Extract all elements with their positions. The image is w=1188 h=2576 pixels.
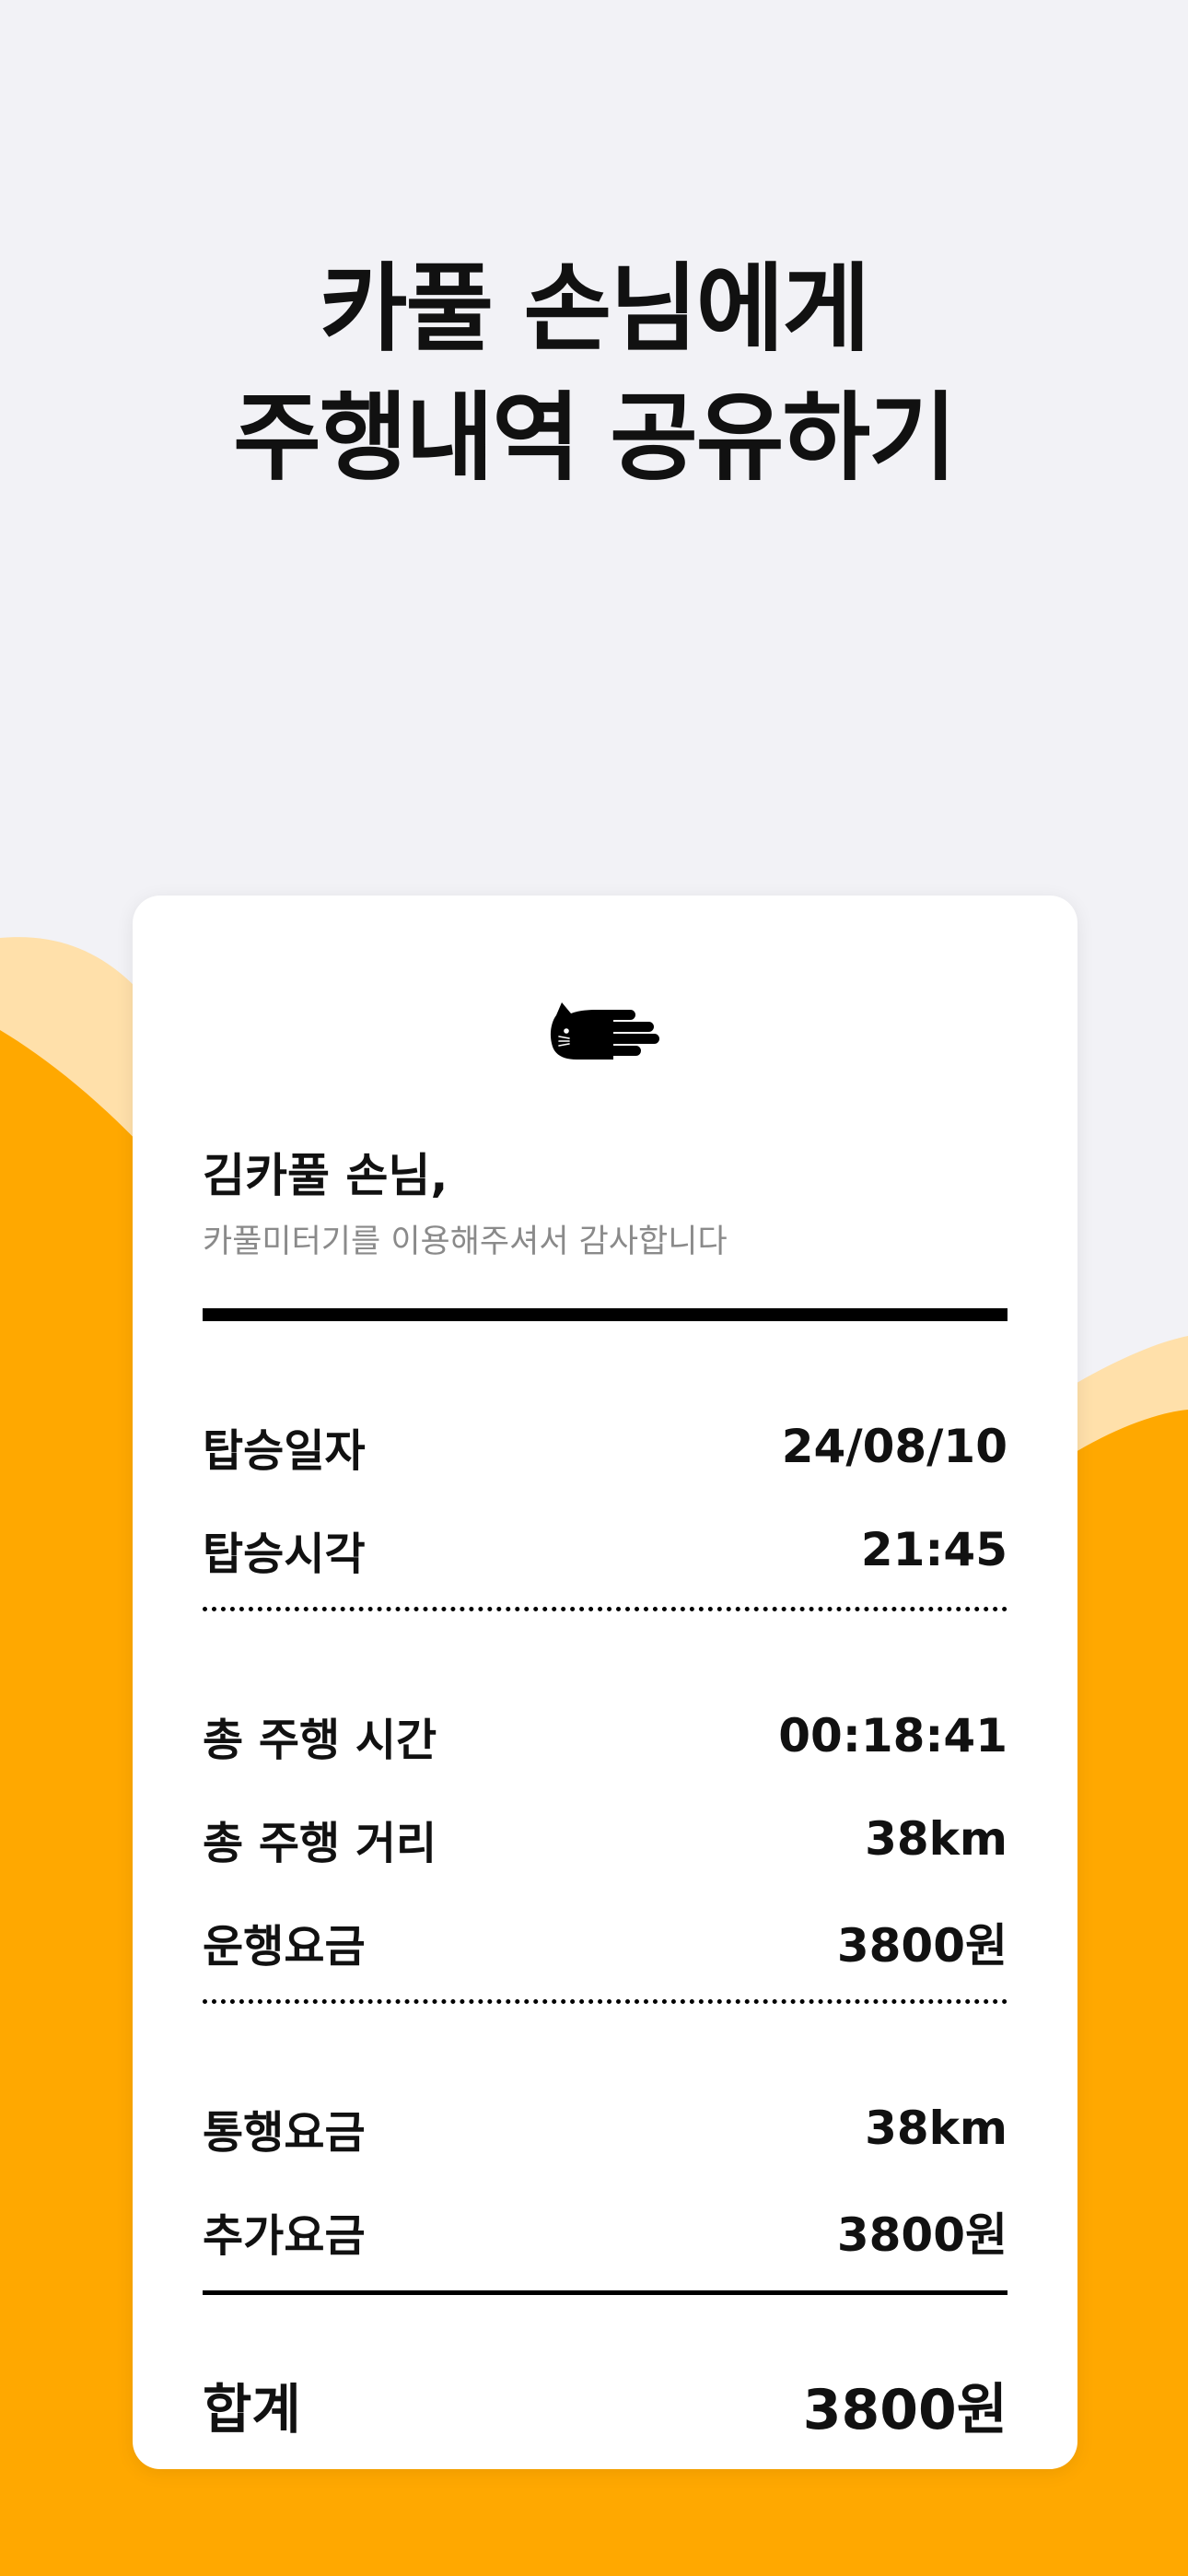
dotted-divider	[203, 1999, 1007, 2004]
headline-line-1: 카풀 손님에게	[319, 252, 870, 365]
total-value: 3800원	[802, 2377, 1007, 2442]
row-total-drive-time: 총 주행 시간 00:18:41	[203, 1706, 1007, 1766]
customer-greeting: 김카풀 손님,	[203, 1149, 448, 1202]
total-label: 합계	[203, 2378, 301, 2441]
total-divider	[203, 2290, 1007, 2295]
row-total: 합계 3800원	[203, 2375, 1007, 2442]
thick-divider	[203, 1308, 1007, 1321]
row-fare: 운행요금 3800원	[203, 1913, 1007, 1973]
row-total-distance: 총 주행 거리 38km	[203, 1809, 1007, 1869]
row-value: 3800원	[836, 1919, 1007, 1973]
row-value: 21:45	[860, 1523, 1007, 1576]
row-boarding-time: 탑승시각 21:45	[203, 1520, 1007, 1580]
row-label: 통행요금	[203, 2107, 366, 2159]
row-value: 38km	[865, 1812, 1007, 1866]
row-label: 탑승시각	[203, 1528, 366, 1580]
dotted-divider	[203, 1607, 1007, 1611]
row-label: 추가요금	[203, 2210, 366, 2262]
headline: 카풀 손님에게 주행내역 공유하기	[0, 244, 1188, 502]
headline-line-2: 주행내역 공유하기	[233, 381, 957, 494]
row-toll-fee: 통행요금 38km	[203, 2099, 1007, 2159]
row-boarding-date: 탑승일자 24/08/10	[203, 1417, 1007, 1477]
row-label: 운행요금	[203, 1921, 366, 1973]
row-value: 38km	[865, 2102, 1007, 2155]
cat-hand-icon	[550, 1002, 659, 1060]
thanks-message: 카풀미터기를 이용해주셔서 감사합니다	[203, 1224, 728, 1260]
receipt-card: 김카풀 손님, 카풀미터기를 이용해주셔서 감사합니다 탑승일자 24/08/1…	[133, 896, 1077, 2469]
row-extra-fee: 추가요금 3800원	[203, 2202, 1007, 2262]
row-value: 24/08/10	[781, 1420, 1007, 1473]
row-label: 총 주행 시간	[203, 1715, 437, 1766]
row-value: 3800원	[836, 2208, 1007, 2262]
row-label: 총 주행 거리	[203, 1818, 437, 1869]
row-label: 탑승일자	[203, 1425, 366, 1477]
row-value: 00:18:41	[778, 1709, 1007, 1762]
